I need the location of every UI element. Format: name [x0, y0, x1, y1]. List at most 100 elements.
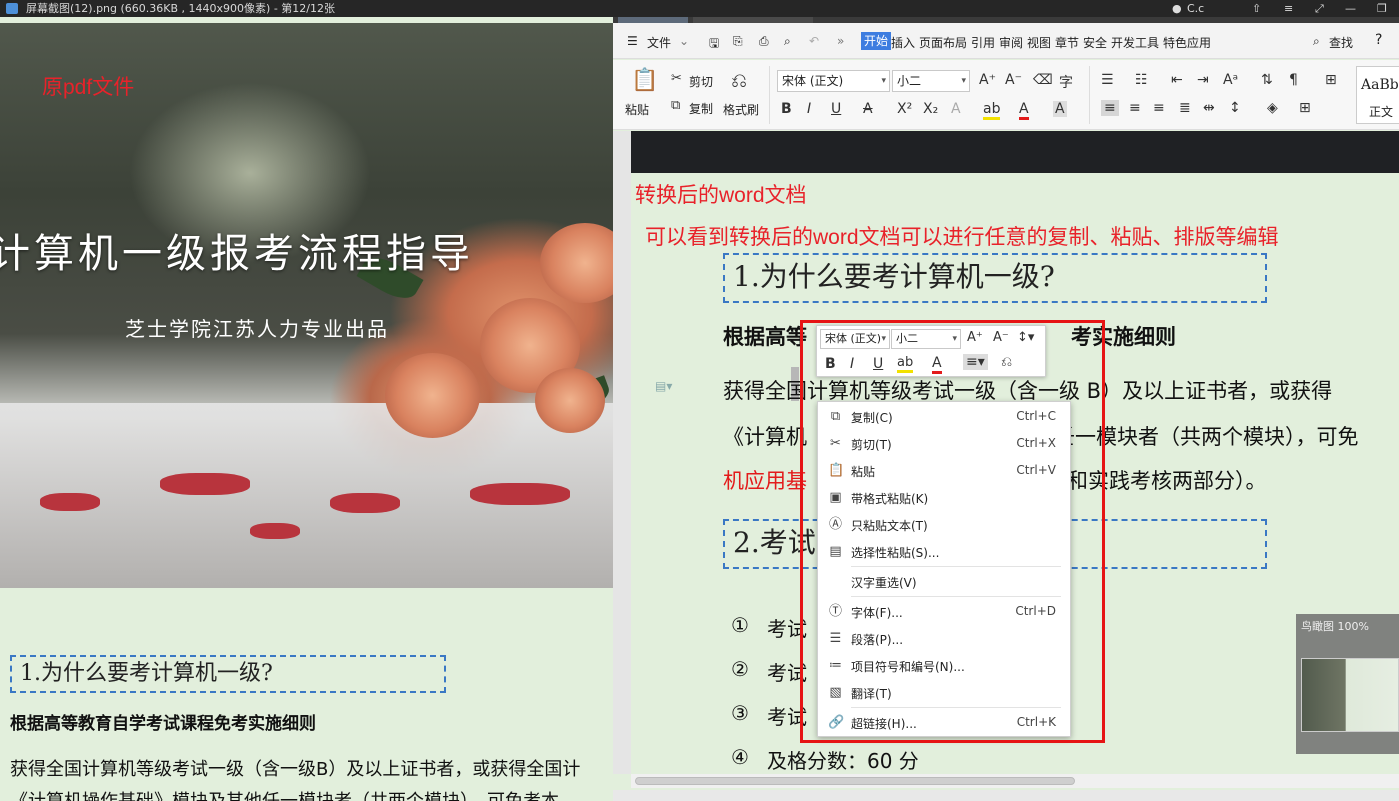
menu-tab-2[interactable]: 页面布局 — [919, 34, 967, 51]
hamburger-icon[interactable]: ☰ — [627, 34, 638, 48]
context-item-font[interactable]: Ⓣ 字体(F)... Ctrl+D — [818, 598, 1072, 625]
menu-file[interactable]: 文件 — [647, 34, 671, 51]
format-painter-icon[interactable]: ⎌ — [731, 68, 747, 92]
menu-tab-3[interactable]: 引用 — [971, 34, 995, 51]
italic-icon[interactable]: I — [850, 356, 854, 372]
font-color-icon[interactable]: A — [1019, 101, 1029, 120]
highlight-icon[interactable]: ab — [897, 355, 914, 373]
user-name[interactable]: C.c — [1187, 0, 1204, 17]
restore-icon[interactable]: ❐ — [1377, 0, 1387, 17]
font-size-select[interactable]: 小二 ▾ — [892, 70, 970, 92]
context-item-paste-text[interactable]: Ⓐ 只粘贴文本(T) — [818, 511, 1072, 538]
menu-tab-9[interactable]: 特色应用 — [1163, 34, 1211, 51]
shrink-font-icon[interactable]: A⁻ — [1005, 72, 1022, 88]
menu-tab-1[interactable]: 插入 — [891, 34, 915, 51]
list-item-1-text[interactable]: 考试 — [767, 613, 807, 642]
style-gallery[interactable]: AaBb 正文 — [1356, 66, 1399, 124]
pinyin-icon[interactable]: 字 — [1059, 72, 1073, 92]
menu-tab-6[interactable]: 章节 — [1055, 34, 1079, 51]
search-button[interactable]: 查找 — [1329, 34, 1353, 51]
distributed-icon[interactable]: ⇹ — [1203, 100, 1215, 116]
underline-icon[interactable]: U — [831, 101, 841, 117]
cut-button[interactable]: 剪切 — [689, 73, 713, 90]
line-spacing-icon[interactable]: ↕ — [1229, 100, 1241, 116]
font-name-select[interactable]: 宋体 (正文) ▾ — [777, 70, 890, 92]
paragraph-handle-icon[interactable]: ▤▾ — [655, 379, 672, 393]
menu-tab-4[interactable]: 审阅 — [999, 34, 1023, 51]
copy-icon[interactable]: ⧉ — [671, 98, 680, 113]
fullscreen-icon[interactable]: ⤢ — [1315, 0, 1324, 17]
menu-tab-7[interactable]: 安全 — [1083, 34, 1107, 51]
context-item-paste-format[interactable]: ▣ 带格式粘贴(K) — [818, 484, 1072, 511]
paste-icon[interactable]: 📋 — [631, 68, 658, 93]
search-icon[interactable]: ⌕ — [1313, 34, 1320, 49]
context-item-paste[interactable]: 📋 粘贴 Ctrl+V — [818, 457, 1072, 484]
help-button[interactable]: ? — [1375, 32, 1382, 48]
numbering-icon[interactable]: ☷ — [1135, 72, 1148, 88]
print-preview-icon[interactable]: ⌕ — [784, 34, 791, 49]
grow-font-icon[interactable]: A⁺ — [967, 330, 983, 345]
doc-paragraph-line-3-red[interactable]: 机应用基 — [723, 465, 807, 495]
change-case-icon[interactable]: Aᵃ — [1223, 72, 1238, 88]
doc-bold-right[interactable]: 考实施细则 — [1071, 321, 1176, 351]
minimize-icon[interactable]: — — [1345, 0, 1356, 17]
text-effect-icon[interactable]: A — [951, 101, 961, 117]
shading-icon[interactable]: ◈ — [1267, 100, 1278, 116]
superscript-icon[interactable]: X² — [897, 101, 912, 117]
align-icon[interactable]: ≡▾ — [963, 354, 988, 370]
export-icon[interactable]: ⎘ — [733, 34, 743, 49]
italic-icon[interactable]: I — [807, 101, 811, 117]
save-icon[interactable]: 🖫 — [709, 34, 719, 55]
list-item-4-text[interactable]: 及格分数：60 分 — [767, 745, 919, 774]
mini-font-name-select[interactable]: 宋体 (正文) ▾ — [820, 329, 890, 349]
subscript-icon[interactable]: X₂ — [923, 101, 938, 117]
decrease-indent-icon[interactable]: ⇤ — [1171, 72, 1183, 88]
increase-indent-icon[interactable]: ⇥ — [1197, 72, 1209, 88]
borders-icon[interactable]: ⊞ — [1299, 100, 1311, 116]
print-icon[interactable]: ⎙ — [759, 34, 769, 49]
doc-paragraph-line-3-right[interactable]: 和实践考核两部分）。 — [1067, 465, 1267, 495]
scissors-icon[interactable]: ✂ — [671, 71, 682, 86]
bold-icon[interactable]: B — [781, 101, 792, 117]
horizontal-scrollbar[interactable] — [631, 774, 1399, 788]
more-icon[interactable]: » — [837, 34, 844, 48]
show-marks-icon[interactable]: ¶ — [1289, 72, 1298, 88]
bullets-icon[interactable]: ☰ — [1101, 72, 1114, 88]
shrink-font-icon[interactable]: A⁻ — [993, 330, 1009, 345]
context-item-reselect[interactable]: 汉字重选(V) — [818, 568, 1072, 595]
table-icon[interactable]: ⊞ — [1325, 72, 1337, 88]
doc-bold-left[interactable]: 根据高等 — [723, 321, 807, 351]
align-center-icon[interactable]: ≡ — [1129, 100, 1141, 116]
highlight-icon[interactable]: ab — [983, 101, 1001, 120]
align-left-icon[interactable]: ≡ — [1101, 100, 1119, 116]
minimap-thumbnail[interactable] — [1301, 658, 1399, 732]
paste-button[interactable]: 粘贴 — [625, 101, 649, 118]
context-item-paste-special[interactable]: ▤ 选择性粘贴(S)... — [818, 538, 1072, 565]
format-painter-icon[interactable]: ⎌ — [1001, 354, 1012, 370]
menu-icon[interactable]: ≡ — [1284, 0, 1293, 17]
line-spacing-icon[interactable]: ↕▾ — [1017, 330, 1034, 345]
user-avatar-icon[interactable]: ● — [1172, 0, 1182, 17]
underline-icon[interactable]: U — [873, 356, 883, 372]
font-color-icon[interactable]: A — [932, 355, 942, 374]
char-shading-icon[interactable]: A — [1053, 101, 1067, 117]
strikethrough-icon[interactable]: A — [863, 101, 873, 117]
context-item-translate[interactable]: ▧ 翻译(T) — [818, 679, 1072, 706]
format-painter-button[interactable]: 格式刷 — [723, 101, 759, 118]
doc-heading-1[interactable]: 1.为什么要考计算机一级? — [723, 253, 1267, 303]
scrollbar-thumb[interactable] — [635, 777, 1075, 785]
context-item-paragraph[interactable]: ☰ 段落(P)... — [818, 625, 1072, 652]
grow-font-icon[interactable]: A⁺ — [979, 72, 996, 88]
copy-button[interactable]: 复制 — [689, 100, 713, 117]
doc-paragraph-line-2-right[interactable]: 壬一模块者（共两个模块），可免 — [1054, 421, 1359, 451]
clear-format-icon[interactable]: ⌫ — [1033, 72, 1053, 88]
skin-icon[interactable]: ⇧ — [1252, 0, 1261, 17]
doc-paragraph-line-2-left[interactable]: 《计算机 — [723, 421, 807, 451]
sort-icon[interactable]: ⇅ — [1261, 72, 1273, 88]
bold-icon[interactable]: B — [825, 356, 836, 372]
birdseye-minimap[interactable]: 鸟瞰图 100% — [1296, 614, 1399, 754]
context-item-bullets[interactable]: ≔ 项目符号和编号(N)... — [818, 652, 1072, 679]
menu-tab-5[interactable]: 视图 — [1027, 34, 1051, 51]
list-item-3-text[interactable]: 考试 — [767, 701, 807, 730]
undo-icon[interactable]: ↶ — [809, 34, 819, 48]
